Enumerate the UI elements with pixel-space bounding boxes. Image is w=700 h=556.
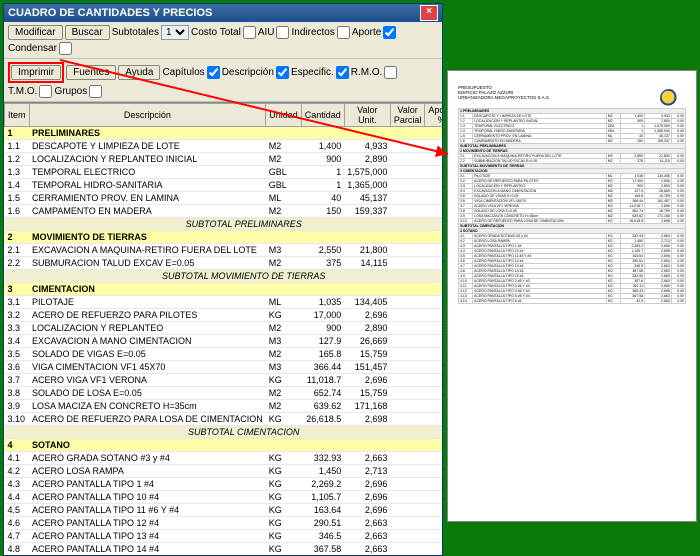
- logo-icon: [660, 89, 678, 107]
- table-row[interactable]: 1.4TEMPORAL HIDRO-SANITARIAGBL11,365,000: [5, 179, 443, 192]
- buscar-button[interactable]: Buscar: [65, 25, 110, 40]
- table-row[interactable]: 1.3TEMPORAL ELECTRICOGBL11,575,000: [5, 166, 443, 179]
- table-row[interactable]: 3CIMENTACION: [5, 283, 443, 296]
- indirectos-label: Indirectos: [291, 27, 334, 38]
- table-row[interactable]: 1.1DESCAPOTE Y LIMPIEZA DE LOTEM21,4004,…: [5, 140, 443, 153]
- table-row[interactable]: 3.4EXCAVACION A MANO CIMENTACIONM3127.92…: [5, 335, 443, 348]
- table-row[interactable]: 3.9LOSA MACIZA EN CONCRETO H=35cmM2639.6…: [5, 400, 443, 413]
- table-row[interactable]: 1.2LOCALIZACION Y REPLANTEO INICIALM2900…: [5, 153, 443, 166]
- ayuda-button[interactable]: Ayuda: [118, 65, 160, 80]
- especific-check[interactable]: [336, 66, 349, 79]
- col-item[interactable]: Item: [5, 104, 30, 127]
- table-row[interactable]: 4.8ACERO PANTALLA TIPO 14 #4KG367.582,66…: [5, 543, 443, 556]
- close-icon[interactable]: ×: [420, 5, 438, 21]
- table-row[interactable]: SUBTOTAL PRELIMINARES: [5, 218, 443, 231]
- table-row[interactable]: 3.7ACERO VIGA VF1 VERONAKG11,018.72,696: [5, 374, 443, 387]
- col-valorunit[interactable]: Valor Unit.: [344, 104, 390, 127]
- modificar-button[interactable]: Modificar: [8, 25, 63, 40]
- fuentes-button[interactable]: Fuentes: [66, 65, 116, 80]
- table-row[interactable]: 1PRELIMINARES: [5, 127, 443, 140]
- table-row[interactable]: 3.3LOCALIZACION Y REPLANTEOM29002,890: [5, 322, 443, 335]
- aiu-label: AIU: [258, 27, 275, 38]
- rmo-label: R.M.O.: [351, 67, 383, 78]
- table-row[interactable]: 4.2ACERO LOSA RAMPAKG1,4502,713: [5, 465, 443, 478]
- aiu-check[interactable]: [276, 26, 289, 39]
- table-row[interactable]: 4.7ACERO PANTALLA TIPO 13 #4KG346.52,663: [5, 530, 443, 543]
- col-aporte[interactable]: Aporte %: [425, 104, 442, 127]
- table-row[interactable]: 4.4ACERO PANTALLA TIPO 10 #4KG1,105.72,6…: [5, 491, 443, 504]
- table-row[interactable]: 2.2SUBMURACION TALUD EXCAV E=0.05M237514…: [5, 257, 443, 270]
- table-row[interactable]: 3.5SOLADO DE VIGAS E=0.05M2165.815,759: [5, 348, 443, 361]
- preview-line3: URBANIZADORA MEGAPROYECTOS S.A.S.: [458, 95, 686, 100]
- capitulos-label: Capítulos: [162, 67, 204, 78]
- toolbar-row-1: Modificar Buscar Subtotales 1 Costo Tota…: [4, 22, 442, 59]
- rmo-check[interactable]: [384, 66, 397, 79]
- subtotales-select[interactable]: 1: [161, 25, 189, 40]
- table-row[interactable]: 3.8SOLADO DE LOSA E=0.05M2652.7415,759: [5, 387, 443, 400]
- tmo-label: T.M.O.: [8, 86, 37, 97]
- col-desc[interactable]: Descripción: [29, 104, 266, 127]
- table-row[interactable]: 4.1ACERO GRADA SOTANO #3 y #4KG332.932,6…: [5, 452, 443, 465]
- indirectos-check[interactable]: [337, 26, 350, 39]
- table-row[interactable]: SUBTOTAL MOVIMIENTO DE TIERRAS: [5, 270, 443, 283]
- grupos-check[interactable]: [89, 85, 102, 98]
- grid-scroll[interactable]: Item Descripción Unidad Cantidad Valor U…: [4, 102, 442, 555]
- capitulos-check[interactable]: [207, 66, 220, 79]
- table-row[interactable]: 4.6ACERO PANTALLA TIPO 12 #4KG290.512,66…: [5, 517, 443, 530]
- costototal-check[interactable]: [243, 26, 256, 39]
- col-cantidad[interactable]: Cantidad: [301, 104, 344, 127]
- table-row[interactable]: 4.5ACERO PANTALLA TIPO 11 #6 Y #4KG163.6…: [5, 504, 443, 517]
- descripcion-label: Descripción: [222, 67, 274, 78]
- aporte-check[interactable]: [383, 26, 396, 39]
- table-row[interactable]: 1.5CERRAMIENTO PROV. EN LAMINAML4045,137: [5, 192, 443, 205]
- col-valorparcial[interactable]: Valor Parcial: [390, 104, 425, 127]
- condensar-check[interactable]: [59, 42, 72, 55]
- app-title: CUADRO DE CANTIDADES Y PRECIOS: [8, 7, 212, 19]
- table-row[interactable]: 2MOVIMIENTO DE TIERRAS: [5, 231, 443, 244]
- especific-label: Especific.: [291, 67, 334, 78]
- table-row[interactable]: 3.6VIGA CIMENTACION VF1 45X70M3366.44151…: [5, 361, 443, 374]
- costototal-label: Costo Total: [191, 27, 241, 38]
- subtotales-label: Subtotales: [112, 27, 159, 38]
- descripcion-check[interactable]: [276, 66, 289, 79]
- condensar-label: Condensar: [8, 43, 57, 54]
- grupos-label: Grupos: [54, 86, 87, 97]
- table-row[interactable]: 1.6CAMPAMENTO EN MADERAM2150159,337: [5, 205, 443, 218]
- toolbar-row-2: Imprimir Fuentes Ayuda Capítulos Descrip…: [4, 59, 442, 102]
- col-unidad[interactable]: Unidad: [266, 104, 302, 127]
- imprimir-button[interactable]: Imprimir: [11, 65, 61, 80]
- aporte-label: Aporte: [352, 27, 381, 38]
- quantities-table: Item Descripción Unidad Cantidad Valor U…: [4, 103, 442, 555]
- table-row[interactable]: SUBTOTAL CIMENTACION: [5, 426, 443, 439]
- table-row[interactable]: 3.1PILOTAJEML1,035134,405: [5, 296, 443, 309]
- tmo-check[interactable]: [39, 85, 52, 98]
- table-row[interactable]: 4SOTANO: [5, 439, 443, 452]
- table-row[interactable]: 2.1EXCAVACION A MAQUINA-RETIRO FUERA DEL…: [5, 244, 443, 257]
- table-row[interactable]: 3.10ACERO DE REFUERZO PARA LOSA DE CIMEN…: [5, 413, 443, 426]
- print-preview: PRESUPUESTO EDIFICIO PALAZO AZZURI URBAN…: [447, 70, 697, 522]
- table-row[interactable]: 4.3ACERO PANTALLA TIPO 1 #4KG2,269.22,69…: [5, 478, 443, 491]
- table-row[interactable]: 3.2ACERO DE REFUERZO PARA PILOTESKG17,00…: [5, 309, 443, 322]
- titlebar: CUADRO DE CANTIDADES Y PRECIOS ×: [4, 4, 442, 22]
- preview-table: 1 PRELIMINARES1.1DESCAPOTE Y LIMPIEZA DE…: [458, 108, 686, 304]
